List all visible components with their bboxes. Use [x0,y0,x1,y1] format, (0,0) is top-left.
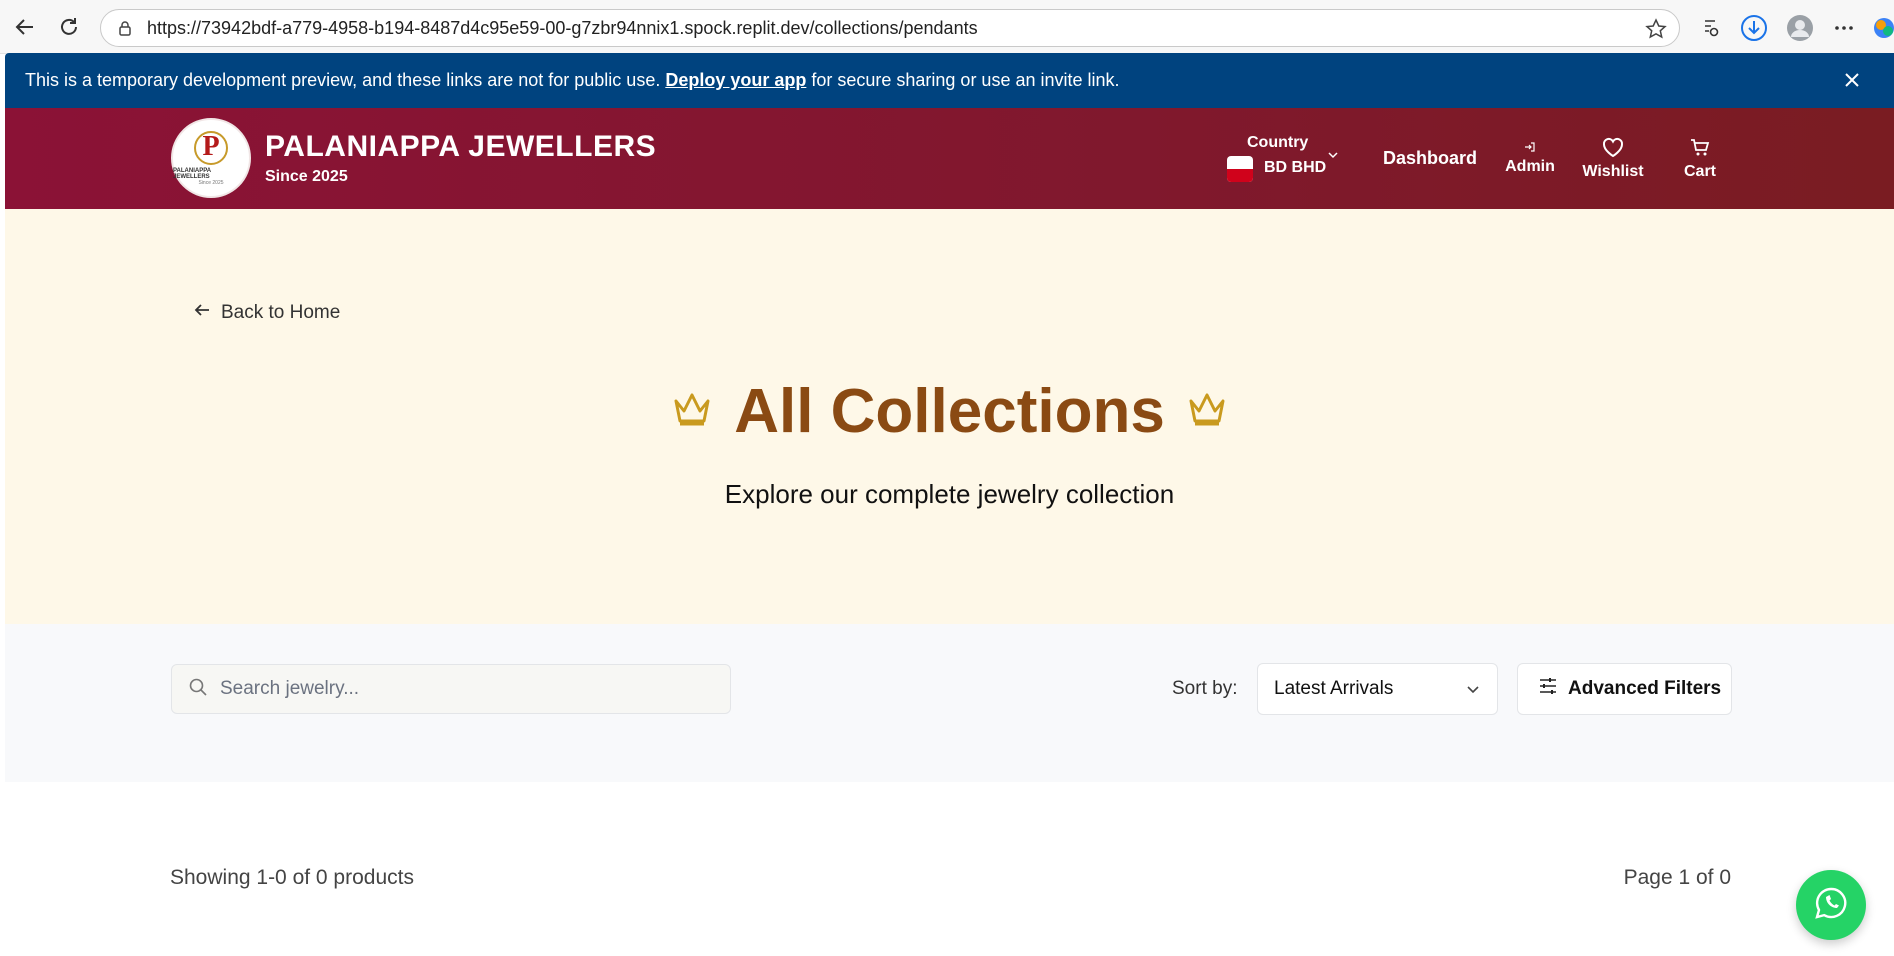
lock-icon [115,18,135,38]
hero-section: Back to Home All Collections Explore our… [5,209,1894,624]
nav-cart[interactable]: Cart [1675,138,1725,181]
sort-value: Latest Arrivals [1274,678,1394,699]
crown-icon [1187,391,1227,432]
nav-admin-label: Admin [1505,158,1555,175]
deploy-link[interactable]: Deploy your app [665,70,806,91]
sliders-icon [1538,676,1558,702]
flag-icon [1227,156,1253,182]
advanced-filters-label: Advanced Filters [1568,678,1722,699]
nav-wishlist[interactable]: Wishlist [1580,136,1646,181]
site-header: P PALANIAPPA JEWELLERS Since 2025 PALANI… [5,108,1894,209]
country-selector[interactable]: Country BD BHD [1227,134,1347,184]
country-value: BD BHD [1264,159,1327,176]
page-indicator: Page 1 of 0 [1623,866,1731,889]
sort-label: Sort by: [1172,678,1238,699]
download-icon[interactable] [1740,14,1768,42]
dev-preview-banner: This is a temporary development preview,… [5,53,1894,108]
back-label: Back to Home [221,302,341,323]
nav-admin[interactable]: Admin [1505,140,1555,176]
country-label: Country [1247,134,1309,151]
search-box[interactable] [171,664,731,714]
media-icon[interactable] [1696,14,1724,42]
whatsapp-icon [1814,886,1848,925]
sort-select[interactable]: Latest Arrivals [1257,663,1498,715]
page-title-row: All Collections [5,376,1894,447]
chevron-down-icon [1327,148,1339,166]
results-count: Showing 1-0 of 0 products [170,866,414,889]
advanced-filters-button[interactable]: Advanced Filters [1517,663,1732,715]
logo-letter: P [194,130,228,165]
back-arrow-icon[interactable] [12,14,38,40]
banner-text-after: for secure sharing or use an invite link… [811,70,1120,90]
search-icon [188,677,208,702]
filter-bar: Sort by: Latest Arrivals Advanced Filter… [5,624,1894,782]
nav-dashboard-label: Dashboard [1383,148,1478,168]
brand-logo[interactable]: P PALANIAPPA JEWELLERS Since 2025 [171,118,251,198]
nav-cart-label: Cart [1683,163,1716,180]
copilot-icon[interactable] [1870,14,1894,42]
nav-wishlist-label: Wishlist [1582,163,1644,180]
whatsapp-button[interactable] [1796,870,1866,940]
heart-icon [1580,136,1646,163]
page-title: All Collections [734,377,1165,446]
browser-toolbar: https://73942bdf-a779-4958-b194-8487d4c9… [0,0,1894,54]
back-to-home-link[interactable]: Back to Home [193,301,340,325]
arrow-left-icon [193,301,211,325]
address-bar[interactable]: https://73942bdf-a779-4958-b194-8487d4c9… [100,9,1680,47]
star-icon[interactable] [1645,18,1667,45]
brand-name[interactable]: PALANIAPPA JEWELLERS [265,130,656,164]
brand-tagline: Since 2025 [265,168,348,185]
search-input[interactable] [220,678,700,700]
reload-icon[interactable] [56,14,82,40]
banner-text-before: This is a temporary development preview,… [25,70,661,90]
logo-since: Since 2025 [198,179,224,186]
crown-icon [672,391,712,432]
page-subtitle: Explore our complete jewelry collection [724,479,1175,509]
close-icon[interactable] [1840,68,1864,92]
nav-dashboard[interactable]: Dashboard [1383,148,1477,169]
url-text: https://73942bdf-a779-4958-b194-8487d4c9… [147,17,978,38]
login-icon [1505,140,1555,158]
chevron-down-icon [1465,681,1481,703]
profile-icon[interactable] [1786,14,1814,42]
logo-text: PALANIAPPA JEWELLERS [173,167,211,180]
more-menu-icon[interactable] [1830,14,1858,42]
cart-icon [1675,138,1725,163]
